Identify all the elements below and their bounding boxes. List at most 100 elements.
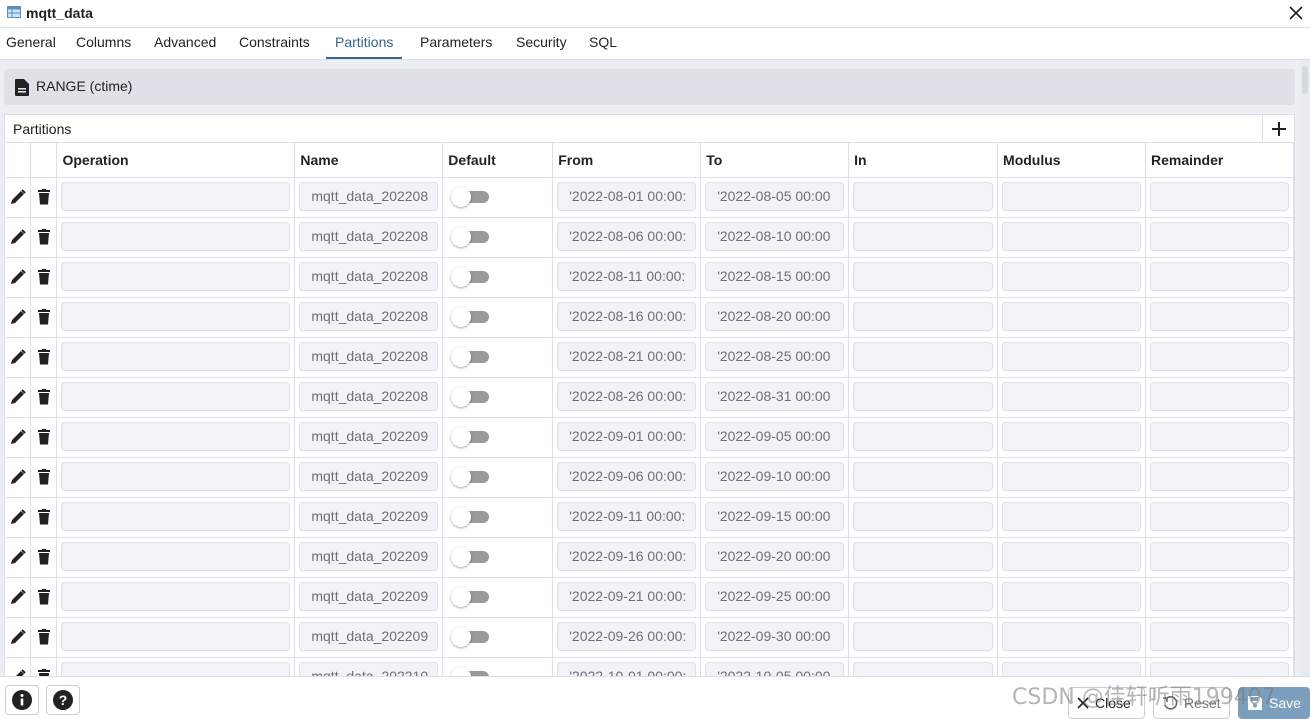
name-input[interactable]: mqtt_data_202208 [299,181,439,211]
in-input[interactable] [853,381,994,411]
remainder-input[interactable] [1149,341,1289,371]
default-toggle[interactable] [451,626,490,647]
from-input[interactable]: '2022-08-26 00:00: [557,381,697,411]
edit-row-button[interactable] [5,498,30,537]
delete-row-button[interactable] [31,418,56,457]
modulus-input[interactable] [1002,541,1141,571]
remainder-input[interactable] [1149,261,1289,291]
to-input[interactable]: '2022-08-31 00:00 [705,381,845,411]
delete-row-button[interactable] [31,578,56,617]
edit-row-button[interactable] [5,618,30,657]
name-input[interactable]: mqtt_data_202209 [299,461,439,491]
default-toggle[interactable] [451,506,490,527]
from-input[interactable]: '2022-08-16 00:00: [557,301,697,331]
edit-row-button[interactable] [5,218,30,257]
remainder-input[interactable] [1149,541,1289,571]
operation-input[interactable] [61,501,291,531]
from-input[interactable]: '2022-09-01 00:00: [557,421,697,451]
remainder-input[interactable] [1149,501,1289,531]
edit-row-button[interactable] [5,178,30,217]
in-input[interactable] [853,261,994,291]
name-input[interactable]: mqtt_data_202210 [299,661,439,676]
edit-row-button[interactable] [5,258,30,297]
modulus-input[interactable] [1002,221,1141,251]
tab-sql[interactable]: SQL [583,28,623,59]
from-input[interactable]: '2022-10-01 00:00: [557,661,697,676]
remainder-input[interactable] [1149,181,1289,211]
default-toggle[interactable] [451,466,490,487]
operation-input[interactable] [61,421,291,451]
from-input[interactable]: '2022-08-11 00:00: [557,261,697,291]
from-input[interactable]: '2022-08-21 00:00: [557,341,697,371]
to-input[interactable]: '2022-08-10 00:00 [705,221,845,251]
in-input[interactable] [853,421,994,451]
tab-constraints[interactable]: Constraints [233,28,316,59]
default-toggle[interactable] [451,306,490,327]
tab-general[interactable]: General [0,28,62,59]
default-toggle[interactable] [451,186,490,207]
edit-row-button[interactable] [5,578,30,617]
modulus-input[interactable] [1002,461,1141,491]
remainder-input[interactable] [1149,381,1289,411]
close-dialog-button[interactable] [1286,3,1306,23]
modulus-input[interactable] [1002,301,1141,331]
vertical-scrollbar[interactable] [1300,60,1310,676]
to-input[interactable]: '2022-09-25 00:00 [705,581,845,611]
operation-input[interactable] [61,661,291,676]
operation-input[interactable] [61,621,291,651]
default-toggle[interactable] [451,666,490,676]
delete-row-button[interactable] [31,338,56,377]
from-input[interactable]: '2022-09-06 00:00: [557,461,697,491]
default-toggle[interactable] [451,346,490,367]
remainder-input[interactable] [1149,581,1289,611]
modulus-input[interactable] [1002,661,1141,676]
name-input[interactable]: mqtt_data_202209 [299,581,439,611]
in-input[interactable] [853,541,994,571]
name-input[interactable]: mqtt_data_202209 [299,541,439,571]
delete-row-button[interactable] [31,618,56,657]
name-input[interactable]: mqtt_data_202208 [299,341,439,371]
to-input[interactable]: '2022-09-10 00:00 [705,461,845,491]
operation-input[interactable] [61,261,291,291]
edit-row-button[interactable] [5,458,30,497]
edit-row-button[interactable] [5,538,30,577]
default-toggle[interactable] [451,226,490,247]
delete-row-button[interactable] [31,458,56,497]
edit-row-button[interactable] [5,658,30,676]
operation-input[interactable] [61,541,291,571]
name-input[interactable]: mqtt_data_202208 [299,261,439,291]
delete-row-button[interactable] [31,498,56,537]
modulus-input[interactable] [1002,621,1141,651]
to-input[interactable]: '2022-09-30 00:00 [705,621,845,651]
close-button[interactable]: Close [1068,687,1145,719]
edit-row-button[interactable] [5,378,30,417]
delete-row-button[interactable] [31,258,56,297]
modulus-input[interactable] [1002,421,1141,451]
save-button[interactable]: Save [1238,687,1310,719]
delete-row-button[interactable] [31,298,56,337]
delete-row-button[interactable] [31,218,56,257]
default-toggle[interactable] [451,266,490,287]
in-input[interactable] [853,461,994,491]
in-input[interactable] [853,501,994,531]
modulus-input[interactable] [1002,181,1141,211]
in-input[interactable] [853,621,994,651]
to-input[interactable]: '2022-09-20 00:00 [705,541,845,571]
remainder-input[interactable] [1149,221,1289,251]
delete-row-button[interactable] [31,658,56,676]
delete-row-button[interactable] [31,538,56,577]
to-input[interactable]: '2022-09-15 00:00 [705,501,845,531]
name-input[interactable]: mqtt_data_202208 [299,381,439,411]
operation-input[interactable] [61,301,291,331]
remainder-input[interactable] [1149,421,1289,451]
remainder-input[interactable] [1149,461,1289,491]
name-input[interactable]: mqtt_data_202208 [299,221,439,251]
tab-advanced[interactable]: Advanced [148,28,222,59]
in-input[interactable] [853,301,994,331]
default-toggle[interactable] [451,386,490,407]
from-input[interactable]: '2022-09-21 00:00: [557,581,697,611]
modulus-input[interactable] [1002,381,1141,411]
to-input[interactable]: '2022-08-25 00:00 [705,341,845,371]
tab-security[interactable]: Security [510,28,573,59]
from-input[interactable]: '2022-08-01 00:00: [557,181,697,211]
